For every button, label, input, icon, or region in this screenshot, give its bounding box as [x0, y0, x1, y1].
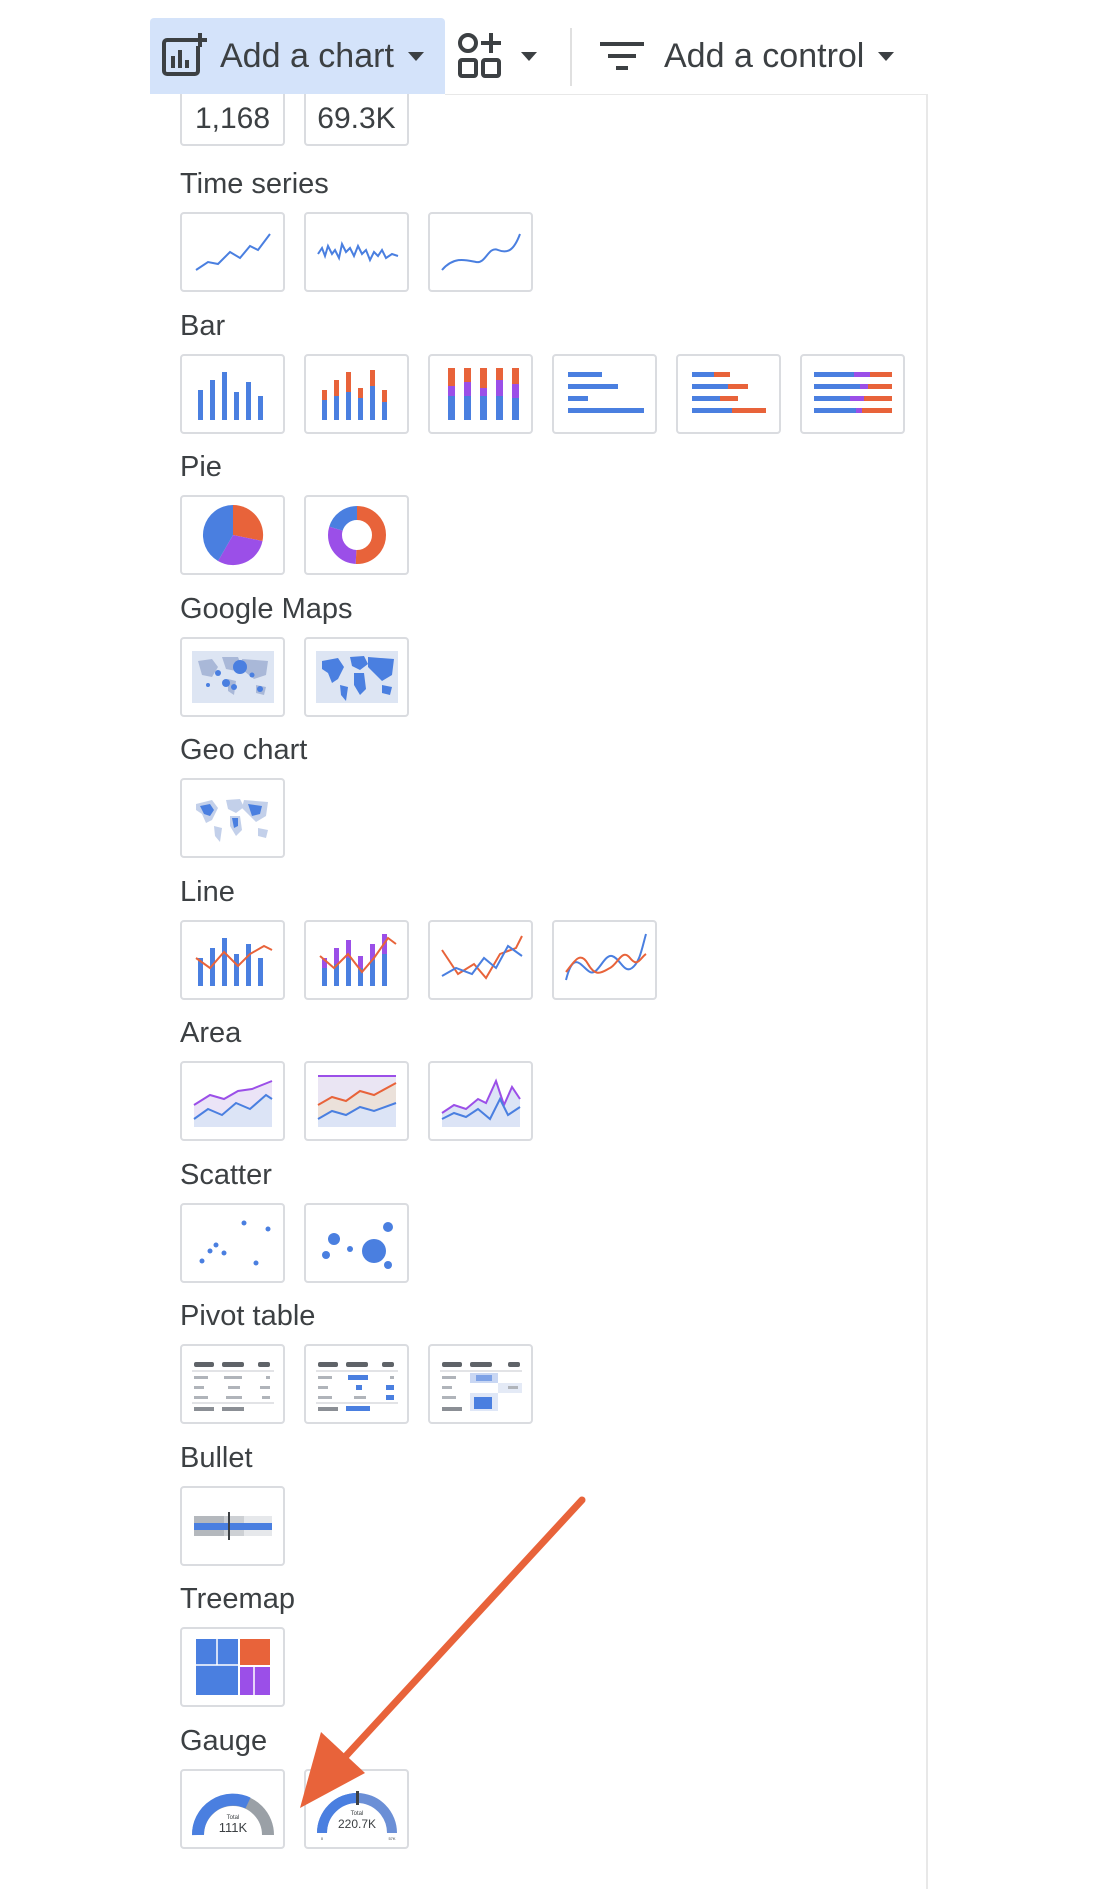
- toolbar-divider: [570, 28, 572, 86]
- 100-percent-stacked-column-tile[interactable]: [428, 354, 533, 434]
- bubble-chart-icon: [321, 1222, 393, 1269]
- section-label-scatter: Scatter: [180, 1159, 272, 1191]
- pivot-table-with-heatmap-icon: [439, 1362, 522, 1411]
- smooth-line-chart-tile[interactable]: [552, 920, 657, 1000]
- section-label-google-maps: Google Maps: [180, 593, 353, 625]
- add-component-button[interactable]: [455, 18, 545, 94]
- chart-type-menu: 1,168 69.3K Time series Bar Pie Google M…: [150, 94, 928, 1889]
- bullet-chart-tile[interactable]: [180, 1486, 285, 1566]
- stacked-column-chart-icon: [321, 370, 387, 420]
- filled-map-icon: [315, 651, 398, 703]
- stacked-area-chart-tile[interactable]: [304, 1061, 409, 1141]
- gauge-max-label: 57K: [388, 1836, 395, 1841]
- gauge-with-range-icon: Total 220.7K 0 57K: [316, 1791, 397, 1841]
- 100-percent-stacked-bar-icon: [813, 372, 892, 413]
- combo-chart-tile[interactable]: [180, 920, 285, 1000]
- stacked-bar-chart-icon: [691, 372, 766, 413]
- section-label-pie: Pie: [180, 451, 222, 483]
- line-chart-tile[interactable]: [428, 920, 533, 1000]
- pivot-table-with-heatmap-tile[interactable]: [428, 1344, 533, 1424]
- add-chart-icon: [162, 32, 207, 76]
- geo-chart-icon: [195, 799, 268, 842]
- pivot-table-with-bars-icon: [315, 1362, 398, 1411]
- section-label-area: Area: [180, 1017, 242, 1049]
- sparkline-chart-icon: [316, 241, 398, 263]
- treemap-chart-tile[interactable]: [180, 1627, 285, 1707]
- smoothed-time-series-tile[interactable]: [428, 212, 533, 292]
- gauge-chart-tile[interactable]: Total 111K: [180, 1769, 285, 1849]
- section-label-bar: Bar: [180, 310, 226, 342]
- stacked-area-chart-icon: [317, 1075, 396, 1127]
- scorecard-compact-tile[interactable]: 1,168: [180, 94, 285, 146]
- time-series-chart-tile[interactable]: [180, 212, 285, 292]
- pie-chart-tile[interactable]: [180, 495, 285, 575]
- smooth-line-chart-icon: [564, 933, 647, 981]
- area-chart-tile[interactable]: [180, 1061, 285, 1141]
- chart-picker-screen: Add a chart Add a control 1,168 69.3K Ti…: [0, 0, 1097, 1889]
- caret-down-icon: [521, 51, 537, 61]
- section-label-pivot-table: Pivot table: [180, 1300, 316, 1332]
- scorecard-value: 1,168: [194, 102, 271, 135]
- bubble-map-icon: [191, 651, 274, 703]
- section-label-gauge: Gauge: [180, 1725, 268, 1757]
- filter-icon: [600, 42, 644, 70]
- section-label-bullet: Bullet: [180, 1442, 253, 1474]
- stacked-bar-chart-tile[interactable]: [676, 354, 781, 434]
- line-chart-icon: [440, 935, 523, 980]
- horizontal-bar-chart-tile[interactable]: [552, 354, 657, 434]
- horizontal-bar-chart-icon: [567, 372, 644, 413]
- column-chart-icon: [197, 372, 263, 420]
- pivot-table-with-bars-tile[interactable]: [304, 1344, 409, 1424]
- add-control-label: Add a control: [664, 36, 865, 75]
- add-control-button[interactable]: Add a control: [600, 18, 930, 94]
- geo-chart-tile[interactable]: [180, 778, 285, 858]
- column-chart-tile[interactable]: [180, 354, 285, 434]
- stacked-combo-chart-tile[interactable]: [304, 920, 409, 1000]
- combo-chart-icon: [194, 938, 272, 986]
- stacked-column-chart-tile[interactable]: [304, 354, 409, 434]
- section-label-treemap: Treemap: [180, 1583, 295, 1615]
- pie-chart-icon: [202, 504, 263, 566]
- pivot-table-icon: [191, 1362, 274, 1411]
- time-series-chart-icon: [194, 233, 271, 271]
- area-chart-icon: [192, 1080, 273, 1127]
- scorecard-value: 69.3K: [317, 102, 396, 135]
- gauge-with-range-tile[interactable]: Total 220.7K 0 57K: [304, 1769, 409, 1849]
- gauge-min-label: 0: [320, 1836, 323, 1841]
- percent-area-chart-tile[interactable]: [428, 1061, 533, 1141]
- 100-percent-stacked-bar-tile[interactable]: [800, 354, 905, 434]
- bubble-chart-tile[interactable]: [304, 1203, 409, 1283]
- donut-chart-icon: [327, 506, 386, 564]
- pivot-table-tile[interactable]: [180, 1344, 285, 1424]
- add-chart-label: Add a chart: [220, 36, 394, 75]
- donut-chart-tile[interactable]: [304, 495, 409, 575]
- percent-area-chart-icon: [440, 1078, 521, 1127]
- scorecard-full-tile[interactable]: 69.3K: [304, 94, 409, 146]
- bubble-map-tile[interactable]: [180, 637, 285, 717]
- section-label-geo-chart: Geo chart: [180, 734, 308, 766]
- gauge-value: 111K: [218, 1820, 247, 1835]
- components-icon: [458, 33, 501, 78]
- section-label-line: Line: [180, 876, 235, 908]
- 100-percent-stacked-column-icon: [447, 368, 519, 420]
- sparkline-chart-tile[interactable]: [304, 212, 409, 292]
- caret-down-icon: [878, 51, 895, 61]
- panel-border: [445, 94, 926, 95]
- gauge-chart-icon: Total 111K: [191, 1793, 274, 1836]
- scatter-chart-tile[interactable]: [180, 1203, 285, 1283]
- stacked-combo-chart-icon: [318, 934, 397, 986]
- treemap-chart-icon: [195, 1639, 270, 1695]
- section-label-time-series: Time series: [180, 168, 329, 200]
- bullet-chart-icon: [193, 1512, 272, 1540]
- scatter-chart-icon: [199, 1220, 270, 1266]
- smoothed-time-series-icon: [440, 233, 521, 271]
- caret-down-icon: [407, 51, 424, 61]
- filled-map-tile[interactable]: [304, 637, 409, 717]
- gauge-value: 220.7K: [337, 1817, 375, 1831]
- toolbar: Add a chart Add a control: [150, 18, 930, 94]
- add-chart-button[interactable]: Add a chart: [150, 18, 445, 94]
